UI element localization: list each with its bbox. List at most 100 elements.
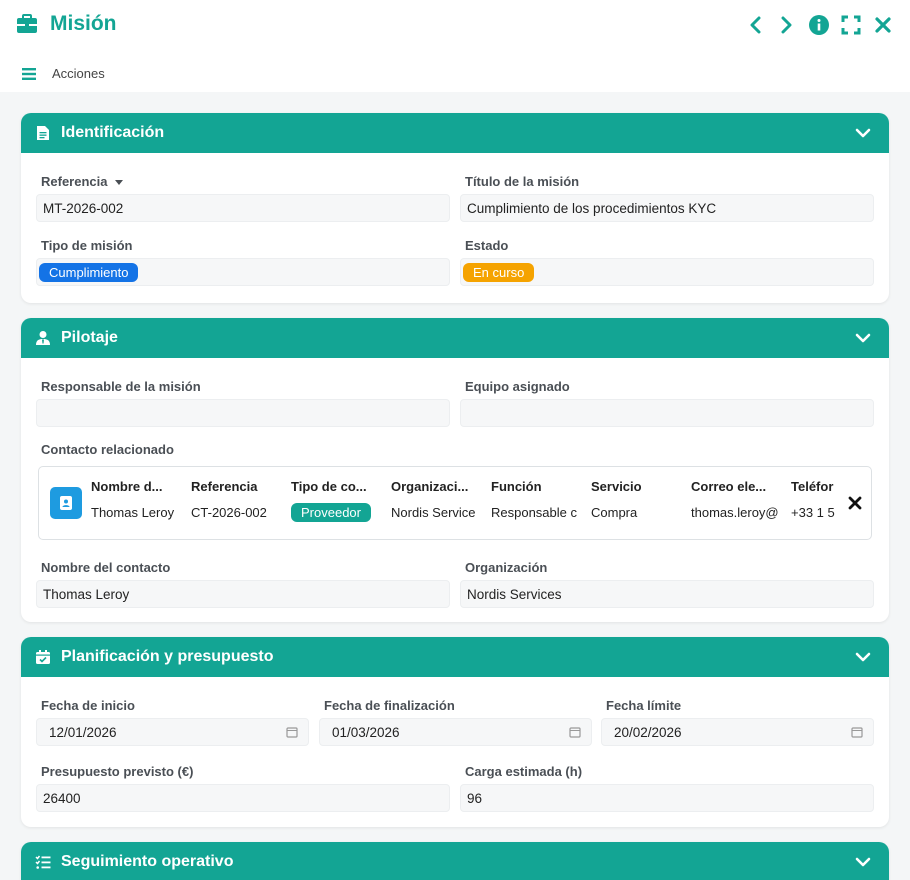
section-title: Identificación	[61, 124, 165, 141]
chevron-left-icon	[750, 16, 761, 34]
chevron-right-icon	[781, 16, 792, 34]
calendar-icon[interactable]	[851, 726, 863, 738]
fin-date-input[interactable]: 01/03/2026	[319, 718, 592, 746]
chevron-down-icon[interactable]	[855, 330, 871, 346]
planificacion-section: Planificación y presupuesto Fecha de ini…	[21, 637, 889, 827]
info-icon	[809, 15, 829, 35]
contact-col-tipo: Tipo de co... Proveedor	[291, 479, 381, 522]
contact-col-organizacion: Organizaci... Nordis Service	[391, 479, 481, 520]
table-cell: CT-2026-002	[191, 505, 267, 520]
inicio-date-input[interactable]: 12/01/2026	[36, 718, 309, 746]
contact-col-funcion: Función Responsable c	[491, 479, 581, 520]
table-cell: Thomas Leroy	[91, 505, 175, 520]
responsable-label: Responsable de la misión	[41, 379, 201, 394]
info-button[interactable]	[808, 14, 830, 36]
presupuesto-label: Presupuesto previsto (€)	[41, 764, 194, 779]
section-title: Planificación y presupuesto	[61, 648, 274, 665]
contact-avatar[interactable]	[50, 487, 82, 519]
seguimiento-header[interactable]: Seguimiento operativo	[21, 842, 889, 880]
close-button[interactable]	[872, 14, 894, 36]
fin-label: Fecha de finalización	[324, 698, 455, 713]
identificacion-header[interactable]: Identificación	[21, 113, 889, 153]
tipo-tag: Cumplimiento	[39, 262, 139, 282]
contacto-label: Contacto relacionado	[41, 442, 174, 457]
fullscreen-button[interactable]	[840, 14, 862, 36]
titulo-label: Título de la misión	[465, 174, 580, 189]
pilotaje-section: Pilotaje Responsable de la misión Equipo…	[21, 318, 889, 622]
estado-field[interactable]: En curso	[460, 258, 874, 286]
limite-label: Fecha límite	[606, 698, 682, 713]
referencia-label-row[interactable]: Referencia	[41, 174, 124, 189]
referencia-field[interactable]: MT-2026-002	[36, 194, 450, 222]
calendar-icon[interactable]	[569, 726, 581, 738]
table-cell: Compra	[591, 505, 638, 520]
chevron-down-icon[interactable]	[855, 854, 871, 870]
column-header[interactable]: Organizaci...	[391, 479, 481, 499]
pilotaje-header[interactable]: Pilotaje	[21, 318, 889, 358]
contact-card-icon	[60, 496, 72, 510]
chevron-down-icon[interactable]	[855, 125, 871, 141]
tipo-contacto-tag: Proveedor	[291, 503, 371, 522]
seguimiento-section: Seguimiento operativo	[21, 842, 889, 880]
column-header[interactable]: Tipo de co...	[291, 479, 381, 499]
window-title: Misión	[50, 12, 117, 35]
mission-window: Misión Acciones Identificación Referenci…	[0, 0, 910, 880]
close-icon	[875, 17, 891, 33]
calendar-check-icon	[36, 650, 50, 664]
contact-col-telefono: Teléfor +33 1 5	[791, 479, 837, 520]
estado-label: Estado	[465, 238, 509, 253]
table-cell: Responsable c	[491, 505, 577, 520]
equipo-field[interactable]	[460, 399, 874, 427]
user-tie-icon	[36, 331, 50, 345]
table-cell: Proveedor	[291, 503, 381, 522]
calendar-icon[interactable]	[286, 726, 298, 738]
hamburger-icon	[22, 67, 36, 80]
list-check-icon	[35, 855, 51, 869]
estado-tag: En curso	[463, 262, 535, 282]
carga-field[interactable]: 96	[460, 784, 874, 812]
fin-value: 01/03/2026	[332, 724, 400, 740]
briefcase-icon	[17, 14, 37, 33]
column-header[interactable]: Correo ele...	[691, 479, 781, 499]
nombre-contacto-label: Nombre del contacto	[41, 560, 171, 575]
actions-label: Acciones	[52, 66, 105, 81]
contact-col-nombre: Nombre d... Thomas Leroy	[91, 479, 181, 520]
inicio-label: Fecha de inicio	[41, 698, 135, 713]
column-header[interactable]: Referencia	[191, 479, 281, 499]
titulo-field[interactable]: Cumplimiento de los procedimientos KYC	[460, 194, 874, 222]
equipo-label: Equipo asignado	[465, 379, 570, 394]
contact-col-referencia: Referencia CT-2026-002	[191, 479, 281, 520]
table-cell: +33 1 5	[791, 505, 835, 520]
next-button[interactable]	[776, 14, 798, 36]
contact-col-servicio: Servicio Compra	[591, 479, 681, 520]
title-row: Misión	[16, 12, 117, 36]
table-cell: Nordis Service	[391, 505, 476, 520]
column-header[interactable]: Función	[491, 479, 581, 499]
presupuesto-field[interactable]: 26400	[36, 784, 450, 812]
window-header: Misión Acciones	[0, 0, 910, 92]
chevron-down-icon[interactable]	[855, 649, 871, 665]
caret-down-icon	[115, 179, 124, 185]
contact-col-correo: Correo ele... thomas.leroy@	[691, 479, 781, 520]
organizacion-field[interactable]: Nordis Services	[460, 580, 874, 608]
section-title: Pilotaje	[61, 329, 118, 346]
referencia-label: Referencia	[41, 174, 108, 189]
responsable-field[interactable]	[36, 399, 450, 427]
column-header[interactable]: Nombre d...	[91, 479, 181, 499]
section-title: Seguimiento operativo	[61, 853, 234, 870]
tipo-field[interactable]: Cumplimiento	[36, 258, 450, 286]
document-icon	[37, 126, 49, 140]
nombre-contacto-field[interactable]: Thomas Leroy	[36, 580, 450, 608]
actions-menu[interactable]: Acciones	[22, 66, 105, 81]
expand-icon	[841, 15, 861, 35]
limite-value: 20/02/2026	[614, 724, 682, 740]
previous-button[interactable]	[744, 14, 766, 36]
inicio-value: 12/01/2026	[49, 724, 117, 740]
column-header[interactable]: Teléfor	[791, 479, 837, 499]
organizacion-label: Organización	[465, 560, 548, 575]
tipo-label: Tipo de misión	[41, 238, 133, 253]
planificacion-header[interactable]: Planificación y presupuesto	[21, 637, 889, 677]
limite-date-input[interactable]: 20/02/2026	[601, 718, 874, 746]
column-header[interactable]: Servicio	[591, 479, 681, 499]
remove-contact-icon[interactable]	[847, 495, 863, 511]
